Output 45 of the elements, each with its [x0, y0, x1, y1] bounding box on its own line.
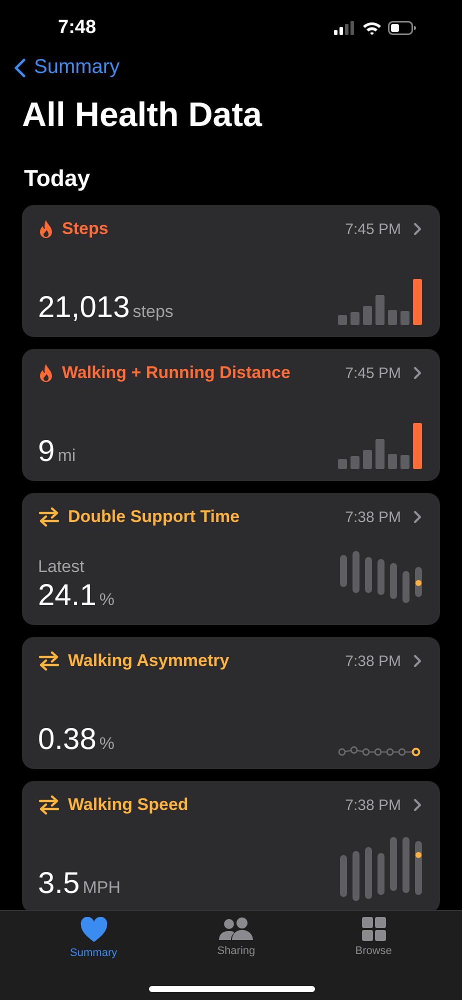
signal-icon [334, 21, 356, 35]
metric-unit: mi [58, 446, 76, 466]
metric-unit: steps [132, 302, 174, 322]
heart-icon [80, 917, 108, 943]
metric-value: 9 [38, 435, 55, 469]
metric-card[interactable]: Steps 7:45 PM 21,013 steps [22, 205, 440, 337]
metric-unit: MPH [82, 878, 120, 898]
metric-caption: Latest [38, 557, 86, 577]
chevron-right-icon [413, 366, 422, 380]
metric-title: Walking + Running Distance [62, 363, 290, 383]
metric-unit: % [99, 590, 115, 610]
metric-card[interactable]: Walking Speed 7:38 PM 3.5 MPH [22, 781, 440, 913]
battery-icon [388, 21, 416, 35]
metric-title: Walking Speed [68, 795, 188, 815]
back-button[interactable]: Summary [14, 56, 120, 79]
metric-value: 0.38 [38, 723, 96, 757]
metric-value: 3.5 [38, 867, 80, 901]
metric-time: 7:38 PM [345, 508, 401, 526]
metric-card[interactable]: Double Support Time 7:38 PM Latest 24.1% [22, 493, 440, 625]
tab-button[interactable]: Sharing [211, 917, 262, 965]
grid-icon [362, 917, 386, 941]
metric-value: 24.1 [38, 579, 96, 613]
metric-value: 21,013 [38, 291, 130, 325]
metric-unit: % [99, 734, 115, 754]
chevron-right-icon [413, 654, 422, 668]
tab-button[interactable]: Browse [349, 917, 398, 965]
wifi-icon [362, 21, 382, 35]
metric-time: 7:45 PM [345, 364, 401, 382]
page-title: All Health Data [22, 95, 264, 136]
status-time: 7:48 [58, 17, 96, 39]
metric-card[interactable]: Walking + Running Distance 7:45 PM 9 mi [22, 349, 440, 481]
metric-title: Steps [62, 219, 108, 239]
chevron-right-icon [413, 222, 422, 236]
metric-time: 7:38 PM [345, 796, 401, 814]
chevron-right-icon [413, 798, 422, 812]
section-heading: Today [24, 164, 92, 193]
chevron-right-icon [413, 510, 422, 524]
tab-button[interactable]: Summary [64, 917, 124, 965]
metric-title: Walking Asymmetry [68, 651, 230, 671]
people-icon [219, 917, 254, 941]
chevron-left-icon [14, 58, 26, 78]
metric-time: 7:38 PM [345, 652, 401, 670]
metric-card[interactable]: Walking Asymmetry 7:38 PM 0.38% [22, 637, 440, 769]
metric-time: 7:45 PM [345, 220, 401, 238]
metric-title: Double Support Time [68, 507, 240, 527]
